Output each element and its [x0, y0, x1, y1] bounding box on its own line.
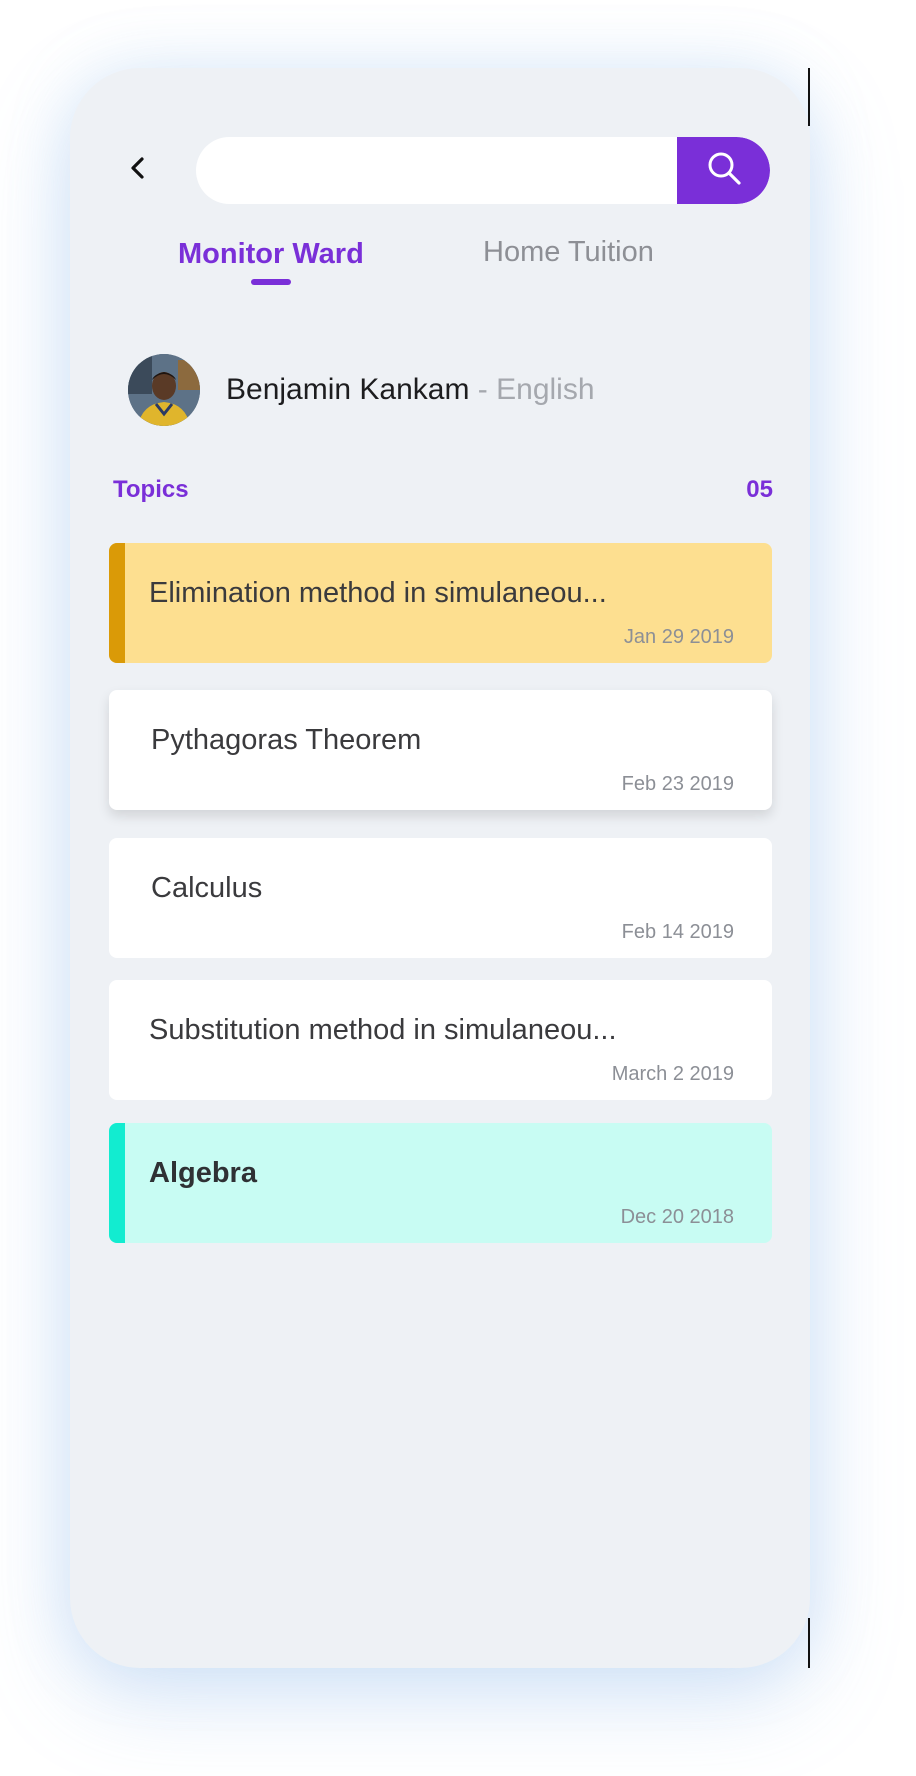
tab-monitor-ward[interactable]: Monitor Ward [178, 238, 364, 271]
topics-count: 05 [746, 476, 773, 503]
stage: Monitor Ward Home Tuition Benjamin Kanka… [0, 0, 916, 1776]
topic-date: Jan 29 2019 [623, 626, 734, 648]
topic-card[interactable]: Pythagoras Theorem Feb 23 2019 [109, 690, 772, 810]
topic-card[interactable]: Elimination method in simulaneou... Jan … [109, 543, 772, 663]
ward-info: Benjamin Kankam - English [226, 373, 595, 407]
topic-highlight-stripe [109, 543, 125, 663]
topic-date: Dec 20 2018 [620, 1206, 734, 1228]
topic-highlight-stripe [109, 1123, 125, 1243]
ward-name: Benjamin Kankam [226, 373, 470, 406]
search-button[interactable] [677, 137, 770, 204]
topic-title: Elimination method in simulaneou... [149, 577, 607, 609]
ward-subject: English [496, 373, 595, 406]
search-bar [196, 137, 770, 204]
frame-edge [808, 1618, 810, 1668]
topics-label: Topics [113, 476, 189, 503]
topic-card[interactable]: Calculus Feb 14 2019 [109, 838, 772, 958]
topic-card[interactable]: Algebra Dec 20 2018 [109, 1123, 772, 1243]
tab-bar: Monitor Ward Home Tuition [70, 236, 810, 298]
ward-separator: - [469, 373, 497, 406]
frame-edge [808, 68, 810, 126]
topic-date: March 2 2019 [611, 1063, 734, 1085]
topic-title: Substitution method in simulaneou... [149, 1014, 617, 1046]
topic-title: Calculus [151, 872, 263, 904]
back-button[interactable] [118, 150, 158, 190]
phone-screen: Monitor Ward Home Tuition Benjamin Kanka… [70, 68, 810, 1668]
search-icon [704, 148, 744, 193]
topic-date: Feb 23 2019 [621, 773, 734, 795]
chevron-left-icon [128, 154, 148, 187]
avatar[interactable] [128, 354, 200, 426]
search-input[interactable] [196, 137, 676, 204]
topic-date: Feb 14 2019 [621, 921, 734, 943]
topic-title: Algebra [149, 1157, 257, 1189]
topics-header: Topics 05 [113, 476, 773, 504]
topic-title: Pythagoras Theorem [151, 724, 422, 756]
tab-home-tuition[interactable]: Home Tuition [483, 236, 654, 269]
topic-card[interactable]: Substitution method in simulaneou... Mar… [109, 980, 772, 1100]
active-tab-indicator [251, 279, 291, 285]
ward-header: Benjamin Kankam - English [128, 354, 595, 426]
